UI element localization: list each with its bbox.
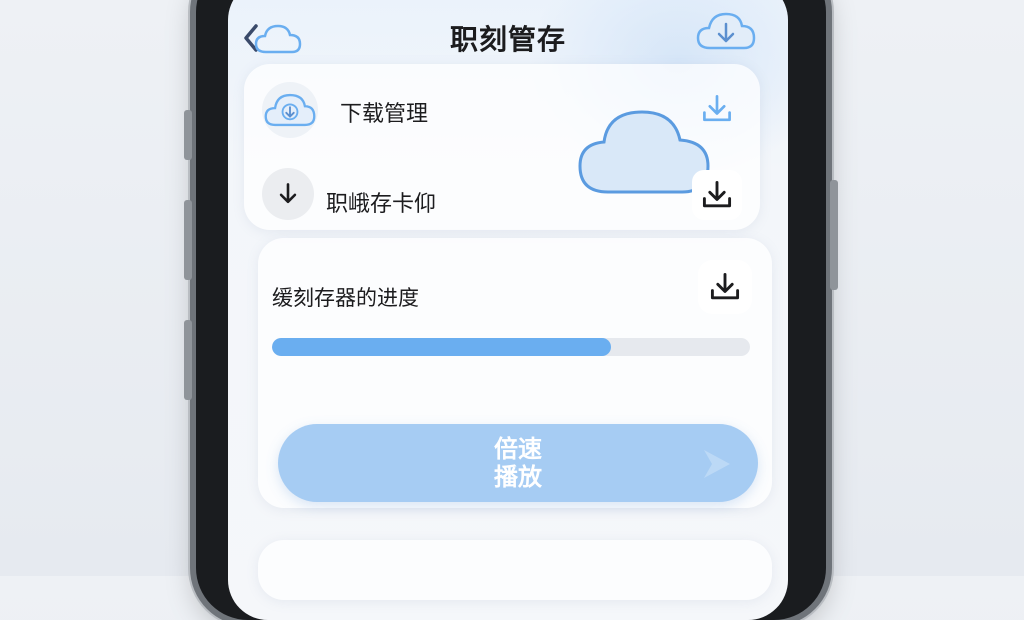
- app-screen: 职刻管存 下载管理 职峨存卡仰 缓刻存器的进度 倍速 播放: [228, 0, 788, 620]
- cloud-download-icon: [262, 82, 318, 138]
- bottom-card: [258, 540, 772, 600]
- cloud-download-button[interactable]: [694, 8, 758, 58]
- progress-download-button[interactable]: [698, 260, 752, 314]
- list-item[interactable]: 职峨存卡仰: [244, 156, 760, 220]
- arrow-down-icon: [262, 168, 314, 220]
- power-button: [830, 180, 838, 290]
- download-card: 下载管理 职峨存卡仰: [244, 64, 760, 230]
- progress-bar-fill: [272, 338, 612, 356]
- cloud-download-icon: [696, 12, 756, 50]
- volume-down-button: [184, 320, 192, 400]
- playback-speed-button[interactable]: 倍速 播放: [278, 424, 758, 502]
- progress-label: 缓刻存器的进度: [272, 286, 419, 310]
- download-icon: [703, 95, 731, 122]
- phone-frame: 职刻管存 下载管理 职峨存卡仰 缓刻存器的进度 倍速 播放: [184, 0, 838, 620]
- download-action-button[interactable]: [692, 84, 742, 134]
- download-action-button[interactable]: [692, 170, 742, 220]
- download-management-label: 下载管理: [340, 102, 429, 127]
- download-icon: [710, 272, 740, 300]
- progress-bar: [272, 338, 750, 356]
- app-header: 职刻管存: [228, 0, 788, 70]
- list-item[interactable]: 下载管理: [244, 74, 760, 138]
- storage-card-label: 职峨存卡仰: [326, 192, 437, 217]
- volume-up-button: [184, 200, 192, 280]
- mute-switch: [184, 110, 192, 160]
- playback-speed-label: 倍速 播放: [494, 435, 542, 491]
- progress-card: 缓刻存器的进度 倍速 播放: [258, 238, 772, 508]
- download-icon: [702, 180, 732, 208]
- chevron-right-icon: [704, 450, 730, 478]
